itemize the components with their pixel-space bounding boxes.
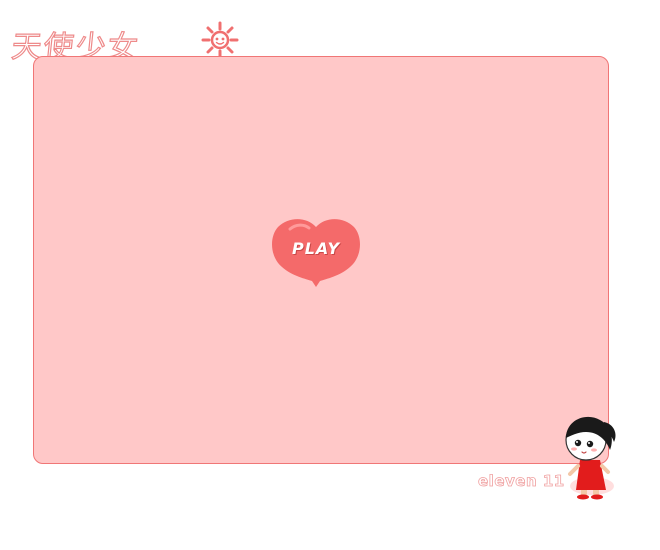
sun-icon [201,21,239,59]
credit-text: eleven 11 [478,472,565,491]
play-label: PLAY [291,239,341,258]
girl-mascot-icon [565,416,616,500]
play-button[interactable]: PLAY [270,215,362,289]
